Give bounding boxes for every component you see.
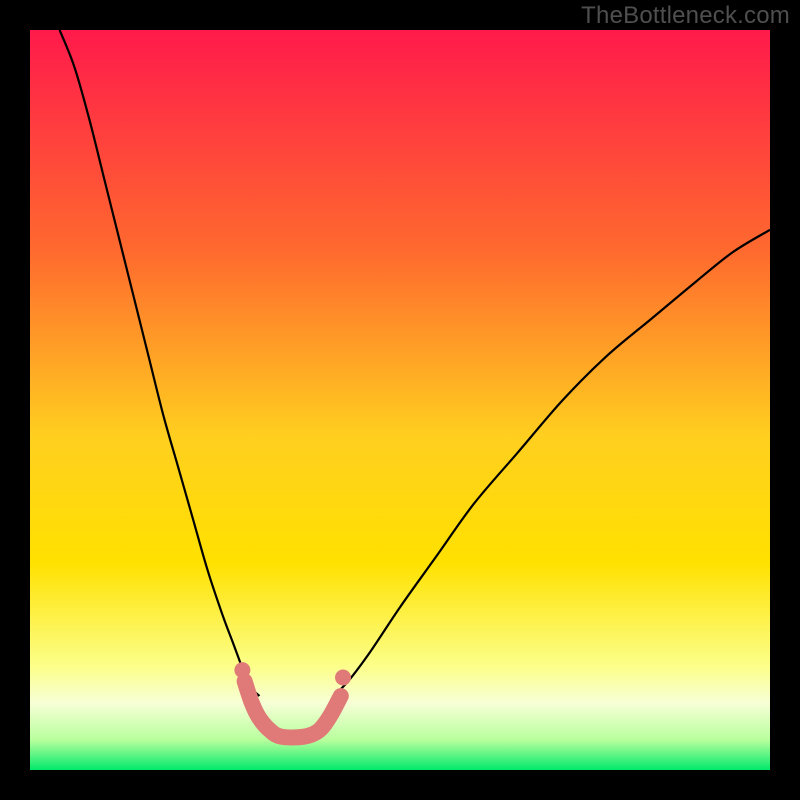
chart-svg (30, 30, 770, 770)
marker-right-dot (335, 670, 351, 686)
chart-frame: TheBottleneck.com (0, 0, 800, 800)
plot-area (30, 30, 770, 770)
watermark-text: TheBottleneck.com (581, 2, 790, 30)
marker-left-dot (234, 662, 250, 678)
gradient-background (30, 30, 770, 770)
